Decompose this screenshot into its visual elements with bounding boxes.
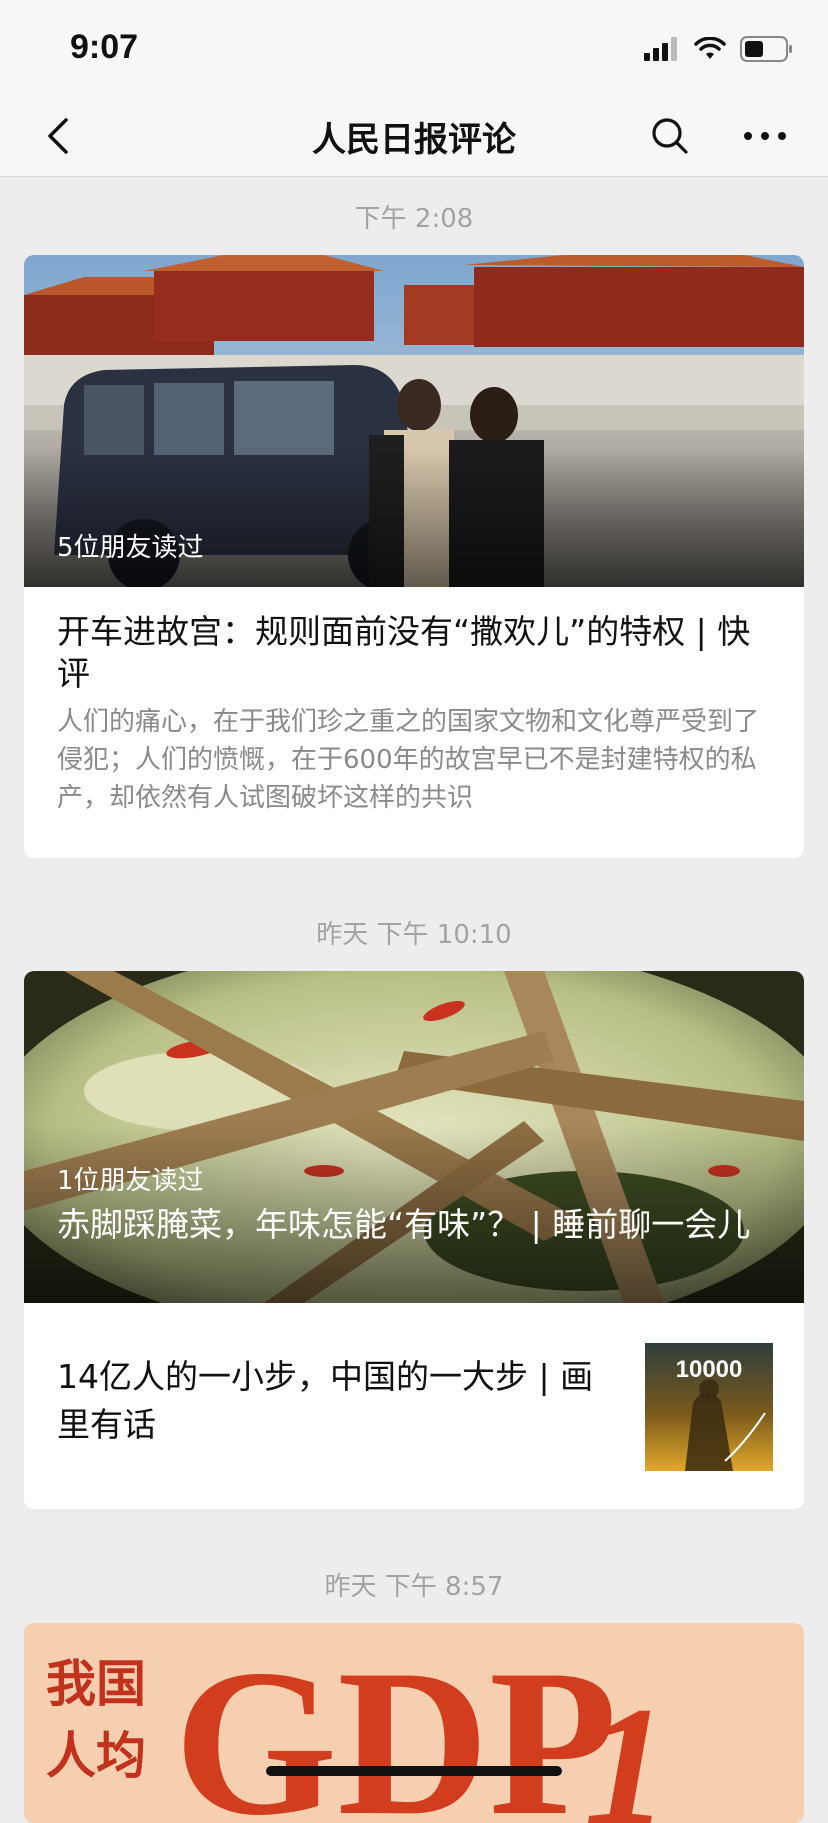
- message-timestamp: 昨天 下午 10:10: [316, 920, 512, 950]
- article-cover-image[interactable]: 我国 人均 GDP 1: [24, 1623, 804, 1823]
- cover-gradient: [24, 447, 804, 587]
- nav-bar: 人民日报评论: [0, 96, 828, 177]
- status-bar: 9:07: [0, 0, 828, 96]
- wifi-icon: [694, 37, 726, 59]
- cover-big-text: GDP: [174, 1627, 617, 1823]
- home-indicator: [266, 1766, 562, 1776]
- thumbnail-number: 10000: [676, 1356, 743, 1383]
- article-card[interactable]: 5位朋友读过 开车进故宫：规则面前没有“撒欢儿”的特权 | 快评 人们的痛心，在…: [24, 255, 804, 858]
- message-timestamp: 昨天 下午 8:57: [324, 1572, 504, 1602]
- message-timestamp: 下午 2:08: [354, 204, 474, 234]
- article-card[interactable]: 1位朋友读过 赤脚踩腌菜，年味怎能“有味”？ | 睡前聊一会儿 14亿人的一小步…: [24, 971, 804, 1509]
- status-icons: [644, 34, 794, 64]
- article-cover-image[interactable]: [24, 971, 804, 1303]
- article-card[interactable]: 我国 人均 GDP 1: [24, 1623, 804, 1823]
- page-title: 人民日报评论: [312, 120, 516, 160]
- cover-text-line2: 人均: [46, 1726, 146, 1785]
- article-digest: 人们的痛心，在于我们珍之重之的国家文物和文化尊严受到了侵犯；人们的愤慨，在于60…: [57, 707, 760, 813]
- sub-article-title[interactable]: 14亿人的一小步，中国的一大步 | 画里有话: [57, 1353, 617, 1449]
- cover-text-line1: 我国: [46, 1654, 146, 1713]
- search-icon[interactable]: [646, 112, 694, 160]
- article-title[interactable]: 开车进故宫：规则面前没有“撒欢儿”的特权 | 快评: [57, 611, 774, 695]
- signal-icon: [644, 37, 677, 61]
- sub-article-thumbnail[interactable]: 10000: [645, 1343, 773, 1471]
- battery-icon: [740, 36, 792, 62]
- article-title[interactable]: 赤脚踩腌菜，年味怎能“有味”？ | 睡前聊一会儿: [57, 1204, 764, 1246]
- friends-read-count: 5位朋友读过: [57, 533, 204, 563]
- status-time: 9:07: [70, 28, 139, 66]
- friends-read-count: 1位朋友读过: [57, 1166, 204, 1196]
- cover-digit: 1: [584, 1672, 669, 1823]
- more-icon[interactable]: [738, 112, 792, 160]
